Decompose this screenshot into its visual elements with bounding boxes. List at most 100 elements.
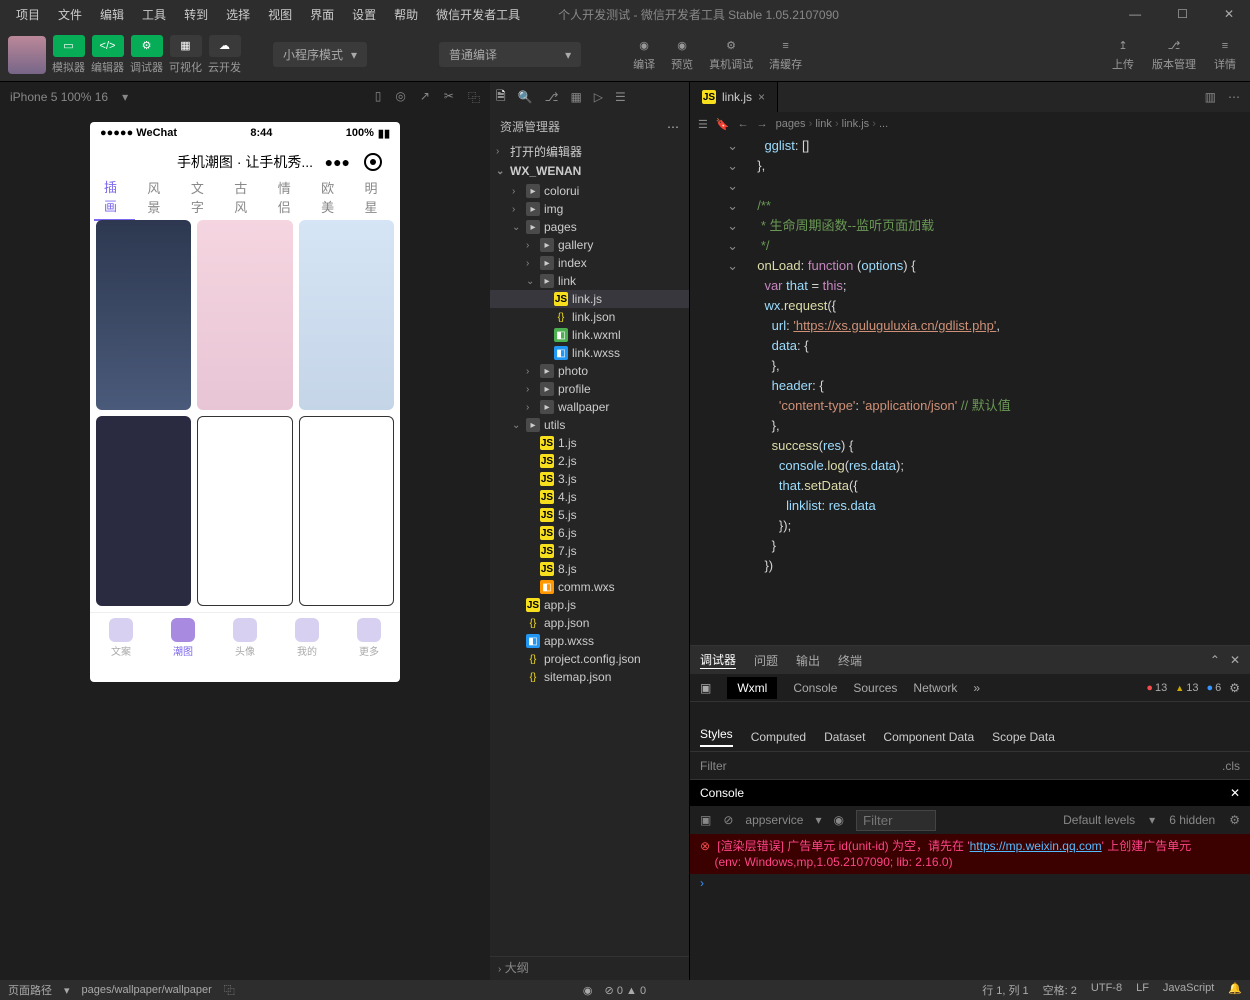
menu-item[interactable]: 视图 bbox=[260, 3, 300, 26]
nav-item[interactable]: 更多 bbox=[357, 618, 381, 658]
menu-item[interactable]: 文件 bbox=[50, 3, 90, 26]
page-path[interactable]: pages/wallpaper/wallpaper bbox=[82, 984, 212, 996]
tree-node[interactable]: {}sitemap.json bbox=[490, 668, 689, 686]
upload-button[interactable]: ↥上传 bbox=[1106, 36, 1140, 74]
menu-item[interactable]: 界面 bbox=[302, 3, 342, 26]
files-icon[interactable]: 🗎 bbox=[496, 87, 506, 108]
share-icon[interactable]: ↗ bbox=[420, 89, 430, 106]
tree-node[interactable]: JS7.js bbox=[490, 542, 689, 560]
cls-button[interactable]: .cls bbox=[1222, 759, 1240, 773]
context-dropdown[interactable]: appservice bbox=[745, 813, 803, 827]
levels-dropdown[interactable]: Default levels bbox=[1063, 813, 1135, 827]
info-count[interactable]: 6 bbox=[1206, 682, 1221, 694]
editor-button[interactable]: </> bbox=[92, 35, 124, 57]
devtools-tab[interactable]: 终端 bbox=[838, 652, 862, 669]
nav-item[interactable]: 潮图 bbox=[171, 618, 195, 658]
bell-icon[interactable]: 🔔 bbox=[1228, 982, 1242, 998]
inspect-icon[interactable]: ▣ bbox=[700, 681, 711, 695]
nav-item[interactable]: 文案 bbox=[109, 618, 133, 658]
tree-node[interactable]: JS1.js bbox=[490, 434, 689, 452]
tree-node[interactable]: JSlink.js bbox=[490, 290, 689, 308]
simulator-button[interactable]: ▭ bbox=[53, 35, 85, 57]
close-icon[interactable]: ✕ bbox=[1230, 786, 1240, 800]
wallpaper-card[interactable] bbox=[197, 220, 292, 410]
devtools-tab[interactable]: 问题 bbox=[754, 652, 778, 669]
version-button[interactable]: ⎇版本管理 bbox=[1146, 36, 1202, 74]
more-icon[interactable]: » bbox=[973, 681, 980, 695]
db-icon[interactable]: ☰ bbox=[615, 90, 626, 104]
tree-node[interactable]: ⌄▸pages bbox=[490, 218, 689, 236]
tree-node[interactable]: ◧link.wxss bbox=[490, 344, 689, 362]
encoding-label[interactable]: UTF-8 bbox=[1091, 982, 1122, 998]
close-icon[interactable]: ✕ bbox=[1230, 653, 1240, 667]
cursor-pos[interactable]: 行 1, 列 1 bbox=[982, 982, 1028, 998]
eye-icon[interactable]: ◉ bbox=[583, 984, 593, 997]
copy-icon[interactable]: ⿻ bbox=[468, 89, 480, 106]
tree-node[interactable]: ›▸img bbox=[490, 200, 689, 218]
preview-button[interactable]: ◉预览 bbox=[665, 36, 699, 74]
gear-icon[interactable]: ⚙ bbox=[1229, 813, 1240, 827]
forward-icon[interactable]: → bbox=[757, 118, 768, 130]
menu-item[interactable]: 选择 bbox=[218, 3, 258, 26]
category-tab[interactable]: 插画 bbox=[94, 173, 135, 221]
visual-button[interactable]: ▦ bbox=[170, 35, 202, 57]
close-capsule-icon[interactable] bbox=[364, 153, 382, 171]
more-icon[interactable]: ⋯ bbox=[1228, 90, 1240, 104]
locate-icon[interactable]: ◎ bbox=[395, 89, 405, 106]
tree-node[interactable]: ›▸colorui bbox=[490, 182, 689, 200]
tree-node[interactable]: JS6.js bbox=[490, 524, 689, 542]
devtools-subtab[interactable]: Wxml bbox=[727, 677, 777, 699]
mode-dropdown[interactable]: 小程序模式▾ bbox=[273, 42, 367, 67]
menu-item[interactable]: 微信开发者工具 bbox=[428, 3, 528, 26]
tree-node[interactable]: ⌄▸utils bbox=[490, 416, 689, 434]
debugger-button[interactable]: ⚙ bbox=[131, 35, 163, 57]
console-prompt[interactable]: › bbox=[690, 874, 1250, 892]
wallpaper-card[interactable] bbox=[197, 416, 292, 606]
category-tab[interactable]: 欧美 bbox=[311, 174, 352, 220]
menu-item[interactable]: 项目 bbox=[8, 3, 48, 26]
more-icon[interactable]: ⋯ bbox=[667, 120, 679, 134]
menu-item[interactable]: 转到 bbox=[176, 3, 216, 26]
maximize-icon[interactable]: ☐ bbox=[1169, 4, 1196, 24]
nav-item[interactable]: 头像 bbox=[233, 618, 257, 658]
tree-node[interactable]: {}link.json bbox=[490, 308, 689, 326]
styles-tab[interactable]: Computed bbox=[751, 730, 806, 744]
tree-node[interactable]: JS4.js bbox=[490, 488, 689, 506]
tree-node[interactable]: ›▸gallery bbox=[490, 236, 689, 254]
devtools-tab[interactable]: 输出 bbox=[796, 652, 820, 669]
device-label[interactable]: iPhone 5 100% 16 bbox=[10, 90, 108, 104]
copy-icon[interactable]: ⿻ bbox=[224, 982, 235, 998]
search-icon[interactable]: 🔍 bbox=[518, 90, 533, 104]
inspect-icon[interactable]: ▣ bbox=[700, 813, 711, 827]
open-editors-section[interactable]: ›打开的编辑器 bbox=[490, 141, 689, 162]
devtools-subtab[interactable]: Network bbox=[913, 681, 957, 695]
tree-node[interactable]: ◧link.wxml bbox=[490, 326, 689, 344]
compile-button[interactable]: ◉编译 bbox=[627, 36, 661, 74]
menu-item[interactable]: 工具 bbox=[134, 3, 174, 26]
devtools-subtab[interactable]: Sources bbox=[853, 681, 897, 695]
indent-label[interactable]: 空格: 2 bbox=[1043, 982, 1077, 998]
editor-tab[interactable]: JSlink.js× bbox=[690, 82, 778, 112]
filter-input[interactable] bbox=[856, 810, 936, 831]
remote-button[interactable]: ⚙真机调试 bbox=[703, 36, 759, 74]
eye-icon[interactable]: ◉ bbox=[833, 813, 843, 827]
wallpaper-card[interactable] bbox=[299, 220, 394, 410]
category-tab[interactable]: 风景 bbox=[137, 174, 178, 220]
minimize-icon[interactable]: — bbox=[1121, 4, 1149, 24]
menu-dots-icon[interactable]: ●●● bbox=[325, 154, 350, 170]
styles-tab[interactable]: Styles bbox=[700, 727, 733, 747]
error-count[interactable]: 13 bbox=[1146, 682, 1167, 694]
tree-node[interactable]: ›▸profile bbox=[490, 380, 689, 398]
cloud-button[interactable]: ☁ bbox=[209, 35, 241, 57]
wallpaper-card[interactable] bbox=[96, 416, 191, 606]
split-icon[interactable]: ▥ bbox=[1205, 90, 1216, 104]
language-label[interactable]: JavaScript bbox=[1163, 982, 1214, 998]
styles-tab[interactable]: Component Data bbox=[883, 730, 974, 744]
devtools-subtab[interactable]: Console bbox=[793, 681, 837, 695]
expand-icon[interactable]: ⌃ bbox=[1210, 653, 1220, 667]
eol-label[interactable]: LF bbox=[1136, 982, 1149, 998]
tree-node[interactable]: {}project.config.json bbox=[490, 650, 689, 668]
tree-node[interactable]: JS5.js bbox=[490, 506, 689, 524]
category-tab[interactable]: 文字 bbox=[181, 174, 222, 220]
avatar[interactable] bbox=[8, 36, 46, 74]
